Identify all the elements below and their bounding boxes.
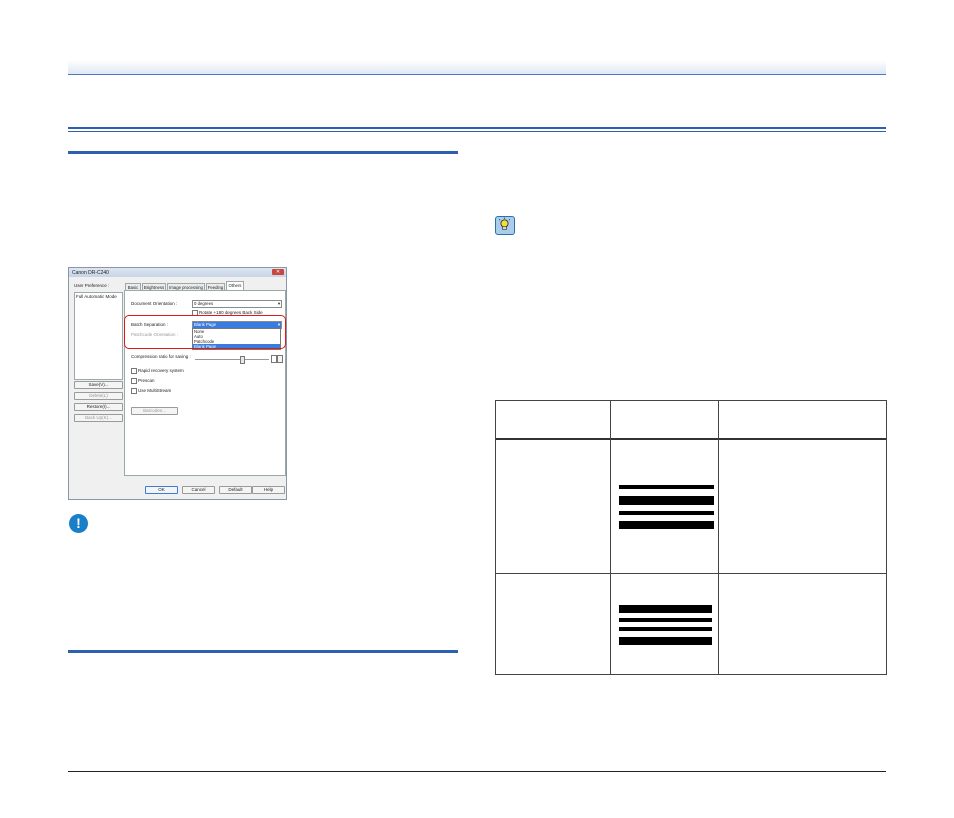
table-row-divider bbox=[495, 573, 887, 574]
header-band bbox=[68, 60, 886, 75]
tab-feeding[interactable]: Feeding bbox=[206, 283, 225, 290]
save-button[interactable]: Save(V)... bbox=[74, 381, 123, 389]
patch-bar bbox=[619, 637, 712, 645]
highlight-box bbox=[124, 315, 286, 349]
table-bottom-border bbox=[495, 674, 887, 675]
cancel-button[interactable]: Cancel bbox=[182, 486, 215, 494]
compression-label: Compression ratio for saving : bbox=[131, 354, 191, 359]
compression-track bbox=[195, 359, 269, 360]
patch-bar bbox=[619, 485, 714, 489]
patch-bar bbox=[619, 511, 714, 515]
table-top-border bbox=[495, 400, 887, 401]
compression-slider-thumb[interactable] bbox=[240, 356, 245, 364]
list-item[interactable]: Full Automatic Mode bbox=[75, 293, 122, 300]
driver-settings-dialog: Canon DR-C240 ✕ User Preference : Full A… bbox=[68, 267, 287, 500]
table-col-divider-1 bbox=[610, 400, 611, 675]
tab-brightness[interactable]: Brightness bbox=[142, 283, 166, 290]
help-button[interactable]: Help bbox=[252, 486, 285, 494]
exclamation-icon: ! bbox=[69, 514, 88, 533]
chapter-rule bbox=[68, 127, 886, 132]
dialog-title: Canon DR-C240 bbox=[72, 270, 109, 276]
table-right-border bbox=[886, 400, 887, 675]
section-rule-2 bbox=[68, 650, 458, 653]
lightbulb-icon bbox=[495, 216, 515, 235]
preference-list[interactable]: Full Automatic Mode bbox=[74, 292, 123, 380]
close-icon[interactable]: ✕ bbox=[272, 269, 284, 275]
tab-basic[interactable]: Basic bbox=[125, 283, 141, 290]
prescan-label: Prescan bbox=[138, 378, 155, 383]
document-orientation-label: Document Orientation : bbox=[131, 301, 178, 306]
section-rule-1 bbox=[68, 151, 458, 154]
multistream-label: Use MultiStream bbox=[138, 388, 172, 393]
rapid-recovery-label: Rapid recovery system bbox=[138, 368, 184, 373]
document-orientation-select[interactable]: 0 degrees ▾ bbox=[192, 300, 282, 308]
dialog-titlebar: Canon DR-C240 ✕ bbox=[69, 268, 286, 277]
patch-bar bbox=[619, 496, 714, 505]
footer-rule bbox=[68, 771, 886, 772]
delete-button[interactable]: Delete(L) bbox=[74, 392, 123, 400]
restore-button[interactable]: Restore(I)... bbox=[74, 403, 123, 411]
patch-bar bbox=[619, 521, 714, 529]
default-button[interactable]: Default bbox=[219, 486, 252, 494]
ok-button[interactable]: OK bbox=[145, 486, 178, 494]
user-preference-label: User Preference : bbox=[74, 283, 110, 288]
backup-button[interactable]: Back Up(K)... bbox=[74, 414, 123, 422]
multistream-checkbox[interactable] bbox=[131, 388, 137, 394]
table-header-rule bbox=[495, 438, 887, 440]
rapid-recovery-checkbox[interactable] bbox=[131, 368, 137, 374]
table-left-border bbox=[495, 400, 496, 675]
barcodes-button[interactable]: Barcodes... bbox=[131, 407, 178, 415]
tab-image-processing[interactable]: Image processing bbox=[167, 283, 205, 290]
patch-bar bbox=[619, 627, 712, 631]
patch-bar bbox=[619, 618, 712, 622]
chevron-down-icon: ▾ bbox=[277, 301, 280, 306]
separation-table bbox=[495, 400, 887, 675]
patch-bar bbox=[619, 605, 712, 613]
prescan-checkbox[interactable] bbox=[131, 378, 137, 384]
table-col-divider-2 bbox=[718, 400, 719, 675]
compression-spinner[interactable] bbox=[277, 355, 283, 363]
